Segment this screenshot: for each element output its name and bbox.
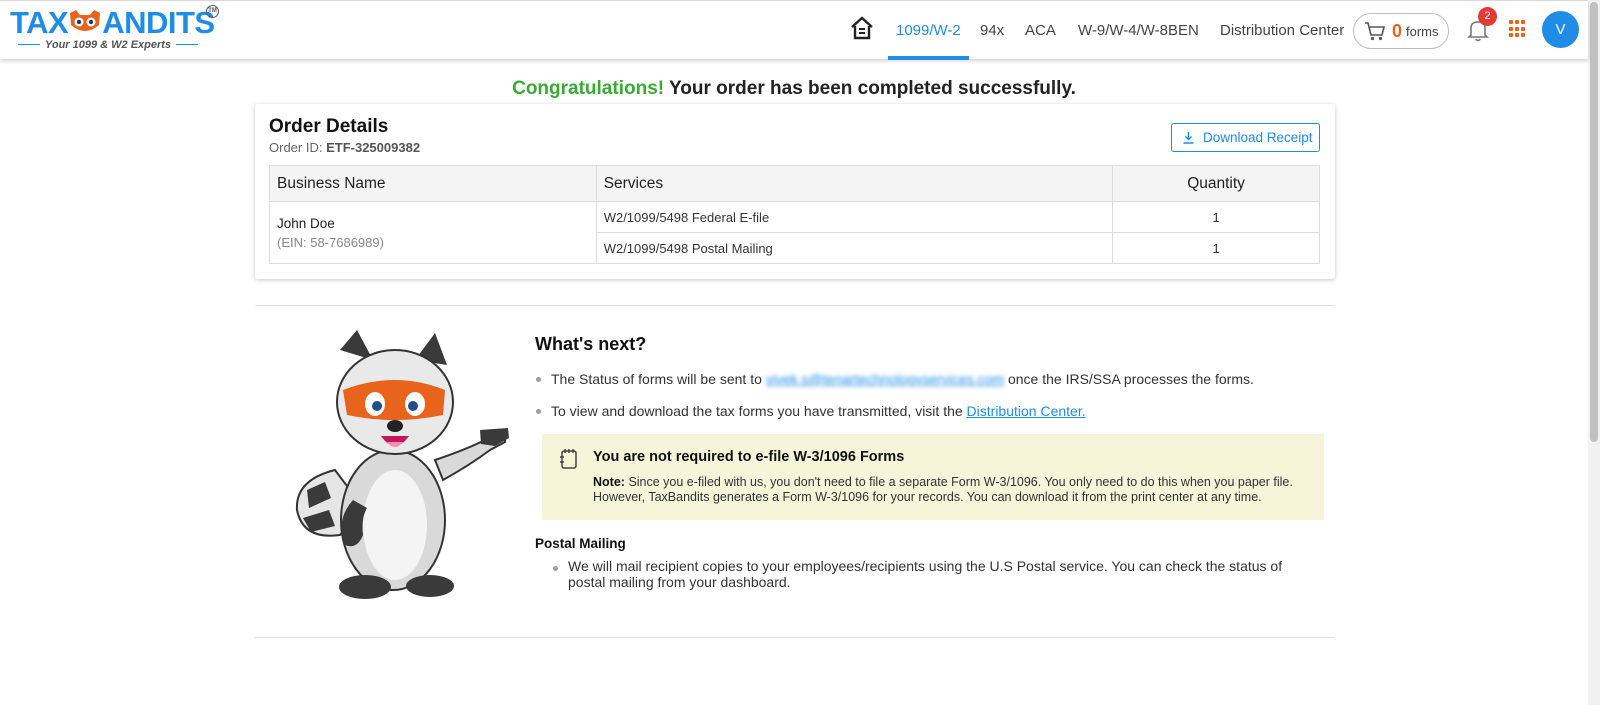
nav-tab-94x[interactable]: 94x	[980, 1, 1004, 60]
order-table: Business Name Services Quantity John Doe…	[269, 165, 1320, 264]
user-avatar[interactable]: V	[1542, 11, 1579, 48]
whats-next-title: What's next?	[535, 334, 647, 354]
logo-text-right: ANDITS	[102, 5, 215, 40]
distribution-center-link[interactable]: Distribution Center.	[967, 403, 1086, 419]
order-id-value: ETF-325009382	[326, 140, 421, 155]
distribution-center-bullet: To view and download the tax forms you h…	[536, 403, 1086, 419]
notepad-icon	[560, 449, 577, 469]
notice-text: Note: Since you e-filed with us, you don…	[593, 475, 1308, 505]
column-header-quantity: Quantity	[1112, 165, 1320, 202]
blurred-email-link[interactable]: vivek.s@tenartechnologyservices.com	[766, 371, 1004, 387]
cart-label: forms	[1406, 23, 1439, 39]
column-header-services: Services	[595, 165, 1114, 202]
bullet-text: To view and download the tax forms you h…	[551, 403, 963, 419]
service-cell: W2/1099/5498 Postal Mailing	[595, 232, 1114, 264]
section-divider	[255, 305, 1335, 306]
table-row: John Doe (EIN: 58-7686989) W2/1099/5498 …	[269, 201, 1320, 264]
success-message: Congratulations! Your order has been com…	[0, 78, 1588, 100]
quantity-cell: 1	[1112, 201, 1320, 233]
top-navbar: TAX ANDITS TM Your 1099 & W2 Experts 109…	[0, 0, 1588, 60]
logo-tagline: Your 1099 & W2 Experts	[10, 39, 206, 51]
section-divider	[255, 637, 1335, 638]
download-receipt-button[interactable]: Download Receipt	[1171, 123, 1320, 152]
owl-mask-icon	[70, 10, 101, 31]
order-id: Order ID: ETF-325009382	[269, 140, 420, 155]
cart-count: 0	[1392, 20, 1403, 41]
taxbandits-logo[interactable]: TAX ANDITS TM Your 1099 & W2 Experts	[10, 5, 225, 55]
bullet-text: The Status of forms will be sent to	[551, 371, 762, 387]
nav-tab-distribution-center[interactable]: Distribution Center	[1220, 1, 1344, 60]
bullet-text: once the IRS/SSA processes the forms.	[1007, 371, 1254, 387]
home-icon[interactable]	[849, 15, 875, 41]
postal-mailing-text: We will mail recipient copies to your em…	[553, 558, 1323, 590]
service-cell: W2/1099/5498 Federal E-file	[595, 201, 1114, 233]
quantity-cell: 1	[1112, 232, 1320, 264]
cart-icon	[1365, 22, 1386, 41]
raccoon-mascot-illustration	[295, 330, 509, 599]
cart-button[interactable]: 0 forms	[1353, 13, 1449, 49]
business-cell: John Doe (EIN: 58-7686989)	[269, 201, 597, 264]
column-header-business-name: Business Name	[269, 165, 597, 202]
congrats-highlight: Congratulations!	[512, 78, 665, 99]
notice-note: Since you e-filed with us, you don't nee…	[593, 475, 1293, 504]
apps-grid-icon[interactable]	[1509, 20, 1527, 38]
nav-tab-w9-w4-w8ben[interactable]: W-9/W-4/W-8BEN	[1078, 1, 1199, 60]
trademark-badge: TM	[206, 5, 219, 18]
order-details-card: Order Details Order ID: ETF-325009382 Do…	[255, 104, 1335, 279]
business-ein: (EIN: 58-7686989)	[277, 234, 384, 250]
order-id-label: Order ID:	[269, 140, 323, 155]
table-header-row: Business Name Services Quantity	[269, 165, 1320, 202]
page-scrollbar[interactable]	[1588, 0, 1600, 705]
notification-badge: 2	[1478, 7, 1497, 26]
nav-tab-1099-w2[interactable]: 1099/W-2	[888, 1, 969, 60]
congrats-text: Your order has been completed successful…	[669, 78, 1076, 99]
status-email-bullet: The Status of forms will be sent to vive…	[536, 371, 1254, 387]
logo-wordmark: TAX ANDITS	[10, 5, 215, 41]
nav-tab-aca[interactable]: ACA	[1025, 1, 1056, 60]
download-receipt-label: Download Receipt	[1203, 130, 1313, 145]
notice-title: You are not required to e-file W-3/1096 …	[593, 449, 905, 465]
w3-1096-notice: You are not required to e-file W-3/1096 …	[542, 434, 1324, 520]
logo-text-left: TAX	[10, 5, 69, 40]
postal-mailing-title: Postal Mailing	[535, 536, 626, 551]
order-details-title: Order Details	[269, 116, 389, 137]
notice-note-label: Note:	[593, 475, 625, 489]
business-name: John Doe	[277, 215, 335, 231]
download-icon	[1183, 132, 1194, 144]
scrollbar-thumb[interactable]	[1590, 2, 1598, 442]
